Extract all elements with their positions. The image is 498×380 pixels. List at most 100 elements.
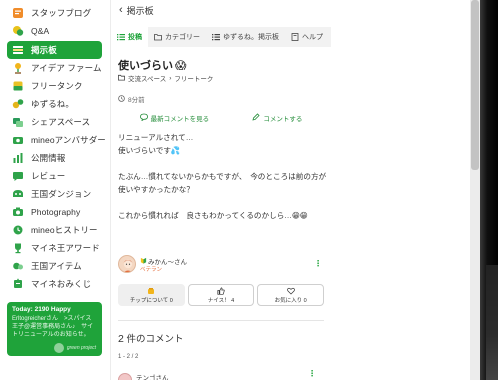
sidebar-item-label: フリータンク [31,81,83,91]
more-options-icon[interactable]: ⋮ [308,369,316,378]
sidebar-item-label: mineoアンバサダー [31,135,106,145]
history-icon [12,224,24,236]
nice-button[interactable]: ナイス！ 4 [187,284,255,306]
thumbs-up-icon [217,286,225,295]
free-tank-icon [12,80,24,92]
camera-icon [12,206,24,218]
sidebar-item-label: mineoヒストリー [31,225,98,235]
sidebar-item-yuzurune[interactable]: ゆずるね。 [7,95,102,113]
comment-item: テンゴさん ⋮ [118,369,316,380]
more-options-icon[interactable]: ⋮ [314,259,322,268]
sidebar-item-ambassador[interactable]: mineoアンバサダー [7,131,106,149]
tab-label: ゆずるね。掲示板 [223,34,279,41]
omikuji-icon [12,278,24,290]
commenter-name[interactable]: テンゴさん [136,372,169,380]
sidebar-item-label: マイネ王アワード [31,243,100,253]
board-icon [12,44,24,56]
latest-comment-label: 最新コメントを見る [150,116,210,123]
sidebar-item-free-tank[interactable]: フリータンク [7,77,102,95]
breadcrumb-subcategory[interactable]: フリートーク [174,73,213,83]
folder-icon [154,33,162,41]
idea-farm-icon [12,62,24,74]
post-body: リニューアルされて… 使いづらいです💦 たぶん…慣れてないからかもですが、 今の… [118,131,326,222]
post-time-text: 8分前 [128,97,145,104]
sidebar-item-kingdom-items[interactable]: 王国アイテム [7,257,102,275]
heart-icon [286,287,295,295]
tab-label: ヘルプ [302,34,323,41]
public-info-icon [12,152,24,164]
share-space-icon [12,116,24,128]
tab-help[interactable]: ヘルプ [285,27,329,47]
breadcrumb: 交流スペース › フリートーク [118,73,213,83]
green-project-logo: green project [53,343,96,353]
tip-coin-icon [147,287,155,295]
post-body-line: 使いやすかったかな？ [118,185,194,194]
sidebar-item-label: 公開情報 [31,153,66,163]
sidebar-item-label: スタッフブログ [31,8,92,18]
dungeon-icon [12,188,24,200]
post-author: みかん〜さん ベテラン ⋮ [118,255,324,277]
tab-posts[interactable]: 投稿 [111,27,148,47]
sidebar-item-photography[interactable]: Photography [7,203,102,221]
sidebar-item-board[interactable]: 掲示板 [7,41,102,59]
chevron-left-icon[interactable]: ‹ [119,4,123,16]
sidebar-item-label: 王国アイテム [31,261,82,271]
sidebar-item-dungeon[interactable]: 王国ダンジョン [7,185,102,203]
main-content: ‹ 掲示板 投稿 カテゴリー ゆずるね。掲示板 ヘルプ 使いづらい 😱 交流スペ… [110,0,331,380]
ambassador-icon [12,134,24,146]
write-comment-link[interactable]: コメントする [252,113,302,123]
sidebar-item-staff-blog[interactable]: スタッフブログ [7,4,102,22]
trophy-icon [12,242,24,254]
sidebar-item-public-info[interactable]: 公開情報 [7,149,102,167]
sidebar-item-award[interactable]: マイネ王アワード [7,239,102,257]
sidebar-item-label: シェアスペース [31,117,91,127]
avatar[interactable] [118,373,132,380]
tip-button[interactable]: チップについて 0 [118,284,185,306]
avatar[interactable] [118,255,136,273]
sidebar-item-omikuji[interactable]: マイネおみくじ [7,275,102,293]
item-icon [12,260,24,272]
window-edge [480,0,498,380]
page-header: ‹ 掲示板 [111,0,330,20]
clock-icon [118,94,125,104]
tab-categories[interactable]: カテゴリー [148,27,206,47]
comments-paging: 1 - 2 / 2 [118,354,139,360]
post-body-line: これから慣れれば 良さもわかってくるのかしら…😁😁 [118,211,308,220]
sidebar: スタッフブログ Q&A 掲示板 アイデア ファーム フリータンク ゆずるね。 シ… [0,0,108,380]
author-rank: ベテラン [140,267,163,273]
sidebar-item-label: 掲示板 [31,45,57,55]
breadcrumb-category[interactable]: 交流スペース [128,73,166,83]
pencil-icon [252,113,260,123]
scrollbar-thumb[interactable] [471,0,479,170]
window-edge-shade [486,265,498,380]
sidebar-item-review[interactable]: レビュー [7,167,102,185]
comment-count-suffix: 件のコメント [123,334,184,345]
post-title: 使いづらい 😱 [118,57,186,73]
sidebar-item-history[interactable]: mineoヒストリー [7,221,102,239]
write-comment-label: コメントする [263,116,303,123]
sidebar-item-qa[interactable]: Q&A [7,22,102,40]
sidebar-item-share-space[interactable]: シェアスペース [7,113,102,131]
reaction-buttons: チップについて 0 ナイス！ 4 お気に入り 0 [118,284,325,306]
yuzurune-icon [12,98,24,110]
chevron-right-icon: › [169,74,172,82]
tab-label: 投稿 [128,34,142,41]
post-actions: 最新コメントを見る コメントする [118,113,324,123]
sidebar-item-label: アイデア ファーム [31,63,102,73]
favorite-button[interactable]: お気に入り 0 [257,284,325,306]
happy-promo-banner[interactable]: Today: 2190 Happy Erltogreicherさん >スパイス王… [7,302,102,356]
list-icon [117,33,125,41]
latest-comment-link[interactable]: 最新コメントを見る [139,113,210,123]
sidebar-item-idea-farm[interactable]: アイデア ファーム [7,59,102,77]
scrollbar[interactable] [470,0,480,380]
sidebar-item-label: 王国ダンジョン [31,189,92,199]
tip-label: チップについて 0 [129,297,173,304]
qa-icon [12,25,24,37]
comment-bubble-icon [139,113,148,123]
review-icon [12,170,24,182]
list-icon [212,33,220,41]
post-time: 8分前 [118,94,145,104]
tab-yuzurune-board[interactable]: ゆずるね。掲示板 [206,27,285,47]
tab-label: カテゴリー [165,34,200,41]
tab-bar: 投稿 カテゴリー ゆずるね。掲示板 ヘルプ [111,27,331,47]
